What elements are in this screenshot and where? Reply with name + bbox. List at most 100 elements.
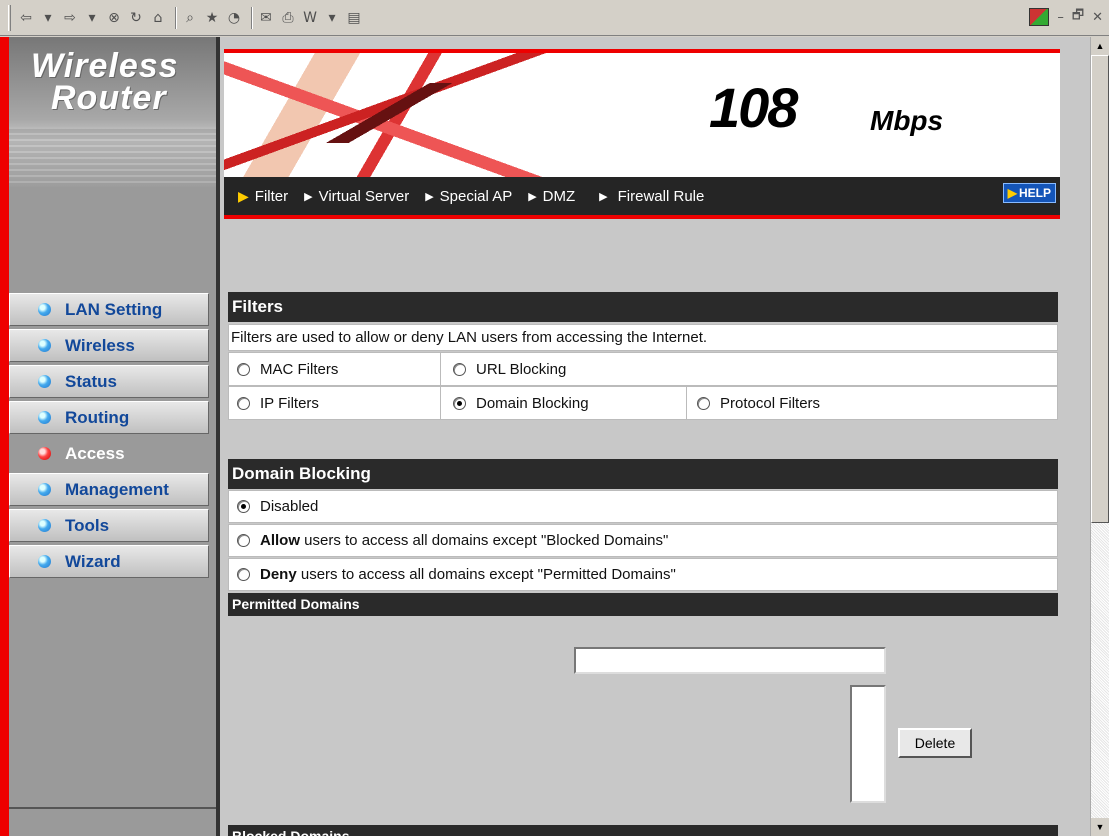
- tab-dmz[interactable]: ▶ DMZ: [528, 188, 575, 205]
- protocol-filters-option[interactable]: Protocol Filters: [687, 387, 1057, 419]
- nav-item-lan-setting[interactable]: LAN Setting: [9, 293, 209, 326]
- nav-label: Status: [65, 371, 117, 391]
- brand-decoration: [9, 127, 216, 187]
- left-column: Wireless Router LAN Setting Wireless Sta…: [9, 37, 220, 836]
- disabled-radio[interactable]: [237, 500, 250, 513]
- history-icon[interactable]: ◔: [225, 9, 243, 27]
- tab-firewall-rule[interactable]: ▶ Firewall Rule: [599, 188, 704, 205]
- permitted-domains-header: Permitted Domains: [228, 593, 1058, 616]
- banner: 108 Mbps: [224, 49, 1060, 177]
- url-blocking-label: URL Blocking: [476, 360, 567, 378]
- domain-blocking-radio[interactable]: [453, 396, 466, 410]
- allow-option[interactable]: Allow users to access all domains except…: [228, 524, 1058, 557]
- edit-dropdown-icon[interactable]: ▾: [323, 9, 341, 27]
- restore-icon[interactable]: 🗗: [1072, 6, 1084, 28]
- bullet-icon: [38, 303, 51, 316]
- nav-item-status[interactable]: Status: [9, 365, 209, 398]
- red-stripe: [0, 37, 9, 836]
- help-button[interactable]: ▶ HELP: [1002, 183, 1056, 203]
- delete-button[interactable]: Delete: [898, 728, 972, 758]
- close-icon[interactable]: ✕: [1092, 10, 1103, 25]
- forward-icon[interactable]: ⇨: [61, 9, 79, 27]
- tab-special-ap[interactable]: ▶ Special AP: [425, 188, 512, 205]
- mail-icon[interactable]: ✉: [257, 9, 275, 27]
- search-icon[interactable]: ⌕: [181, 9, 199, 27]
- scroll-down-icon[interactable]: ▼: [1091, 818, 1109, 836]
- tab-bar: ▶ Filter ▶ Virtual Server ▶ Special AP ▶…: [224, 177, 1060, 219]
- nav-item-wizard[interactable]: Wizard: [9, 545, 209, 578]
- stop-icon[interactable]: ⊗: [105, 9, 123, 27]
- main-nav: LAN Setting Wireless Status Routing Acce…: [9, 293, 209, 581]
- allow-rest: users to access all domains except "Bloc…: [300, 532, 669, 549]
- protocol-filters-radio[interactable]: [697, 396, 710, 410]
- ip-filters-option[interactable]: IP Filters: [229, 387, 441, 419]
- nav-label: Wireless: [65, 335, 135, 355]
- nav-item-management[interactable]: Management: [9, 473, 209, 506]
- arrow-icon: ▶: [528, 190, 537, 203]
- tab-virtual-server[interactable]: ▶ Virtual Server: [304, 188, 409, 205]
- permitted-domains-list[interactable]: [850, 685, 886, 803]
- arrow-icon: ▶: [425, 190, 434, 203]
- edit-icon[interactable]: W: [301, 9, 319, 27]
- scroll-up-icon[interactable]: ▲: [1091, 37, 1109, 55]
- arrow-icon: ▶: [304, 190, 313, 203]
- scroll-thumb[interactable]: [1091, 55, 1109, 523]
- back-dropdown-icon[interactable]: ▾: [39, 9, 57, 27]
- bullet-icon: [38, 375, 51, 388]
- nav-item-tools[interactable]: Tools: [9, 509, 209, 542]
- nav-label: Tools: [65, 515, 110, 535]
- nav-item-access[interactable]: Access: [9, 437, 209, 470]
- home-icon[interactable]: ⌂: [149, 9, 167, 27]
- blocked-domains-header: Blocked Domains: [228, 825, 1058, 836]
- tab-label: DMZ: [542, 187, 576, 205]
- deny-option[interactable]: Deny users to access all domains except …: [228, 558, 1058, 591]
- forward-dropdown-icon[interactable]: ▾: [83, 9, 101, 27]
- ip-filters-label: IP Filters: [260, 394, 319, 412]
- url-blocking-radio[interactable]: [453, 362, 466, 376]
- window-controls: – 🗗 ✕: [1029, 6, 1103, 28]
- nav-label: LAN Setting: [65, 299, 163, 319]
- ip-filters-radio[interactable]: [237, 396, 250, 410]
- deny-radio[interactable]: [237, 568, 250, 581]
- nav-item-wireless[interactable]: Wireless: [9, 329, 209, 362]
- banner-speed: 108: [709, 76, 798, 139]
- left-divider: [9, 807, 216, 809]
- deny-rest: users to access all domains except "Perm…: [296, 566, 676, 583]
- tab-filter[interactable]: ▶ Filter: [238, 188, 288, 205]
- minimize-icon[interactable]: –: [1057, 10, 1064, 25]
- bullet-icon: [38, 519, 51, 532]
- nav-label: Routing: [65, 407, 130, 427]
- nav-item-routing[interactable]: Routing: [9, 401, 209, 434]
- deny-label: Deny users to access all domains except …: [260, 566, 676, 583]
- tab-label: Virtual Server: [318, 187, 410, 205]
- permitted-domain-input[interactable]: [574, 647, 886, 674]
- bullet-icon: [38, 339, 51, 352]
- toolbar-separator: [175, 6, 177, 29]
- allow-radio[interactable]: [237, 534, 250, 547]
- filters-row-1: MAC Filters URL Blocking: [228, 352, 1058, 386]
- favorites-icon[interactable]: ★: [203, 9, 221, 27]
- brand-line-2: Router: [51, 79, 167, 117]
- windows-logo-icon: [1029, 8, 1050, 26]
- help-arrow-icon: ▶: [1007, 186, 1017, 200]
- mac-filters-option[interactable]: MAC Filters: [229, 353, 441, 385]
- deny-bold: Deny: [260, 566, 297, 583]
- domain-blocking-header: Domain Blocking: [228, 459, 1058, 489]
- brand-logo: Wireless Router: [9, 37, 216, 187]
- domain-blocking-label: Domain Blocking: [476, 394, 589, 412]
- disabled-option[interactable]: Disabled: [228, 490, 1058, 523]
- back-icon[interactable]: ⇦: [17, 9, 35, 27]
- vertical-scrollbar[interactable]: ▲ ▼: [1090, 37, 1109, 836]
- allow-label: Allow users to access all domains except…: [260, 532, 668, 549]
- allow-bold: Allow: [260, 532, 300, 549]
- nav-label: Wizard: [65, 551, 121, 571]
- bullet-icon: [38, 411, 51, 424]
- main-content: Filters Filters are used to allow or den…: [224, 223, 1060, 836]
- discuss-icon[interactable]: ▤: [345, 9, 363, 27]
- bullet-icon: [38, 483, 51, 496]
- refresh-icon[interactable]: ↻: [127, 9, 145, 27]
- mac-filters-radio[interactable]: [237, 362, 250, 376]
- print-icon[interactable]: ⎙: [279, 9, 297, 27]
- domain-blocking-option[interactable]: Domain Blocking: [441, 387, 687, 419]
- url-blocking-option[interactable]: URL Blocking: [441, 353, 1057, 385]
